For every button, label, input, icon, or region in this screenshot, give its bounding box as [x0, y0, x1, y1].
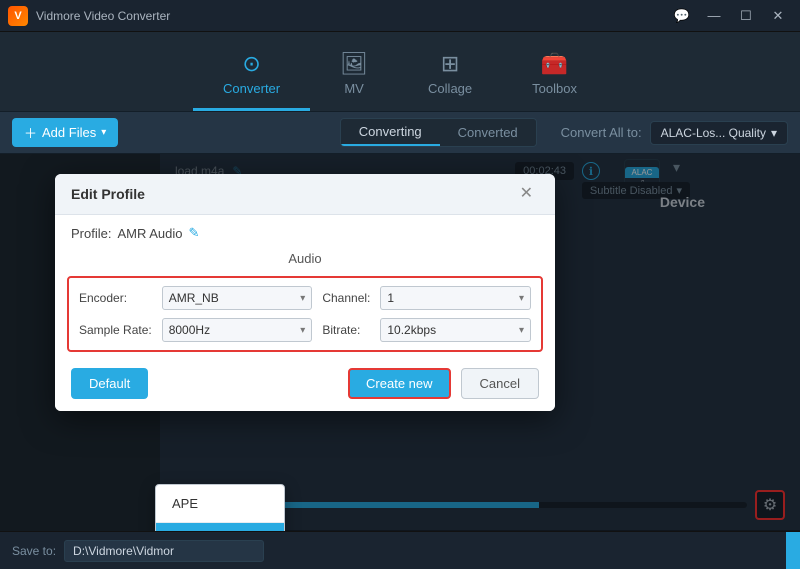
convert-all-label: Convert All to: — [561, 125, 642, 140]
cancel-button[interactable]: Cancel — [461, 368, 539, 399]
toolbox-icon: 🧰 — [541, 51, 568, 77]
convert-start-button[interactable] — [786, 532, 800, 569]
add-files-label: Add Files — [42, 125, 96, 140]
quality-select[interactable]: ALAC-Los... Quality ▾ — [650, 121, 788, 145]
dialog-header: Edit Profile ✕ — [55, 174, 555, 215]
default-button[interactable]: Default — [71, 368, 148, 399]
channel-arrow: ▾ — [519, 293, 524, 304]
profile-value: AMR Audio — [117, 226, 182, 241]
converter-label: Converter — [223, 81, 280, 96]
quality-dropdown-arrow: ▾ — [771, 126, 777, 140]
collage-icon: ⊞ — [441, 51, 459, 77]
dialog-section-label: Audio — [55, 247, 555, 272]
sample-rate-select[interactable]: 8000Hz ▾ — [162, 318, 313, 342]
maximize-button[interactable]: ☐ — [732, 6, 760, 26]
title-bar: V Vidmore Video Converter 💬 — ☐ ✕ — [0, 0, 800, 32]
profile-edit-icon[interactable]: ✎ — [189, 225, 200, 241]
encoder-label: Encoder: — [79, 291, 152, 305]
nav-bar: ⊙ Converter 🖼 MV ⊞ Collage 🧰 Toolbox — [0, 32, 800, 112]
app-title: Vidmore Video Converter — [36, 9, 170, 23]
bitrate-value: 10.2kbps — [387, 323, 436, 337]
format-dropdown-list: APE AMR MP2 ALAC 🔍 — [155, 484, 285, 531]
add-files-dropdown-arrow: ▾ — [101, 127, 106, 138]
title-bar-controls: 💬 — ☐ ✕ — [668, 6, 792, 26]
sample-rate-value: 8000Hz — [169, 323, 210, 337]
collage-label: Collage — [428, 81, 472, 96]
close-button[interactable]: ✕ — [764, 6, 792, 26]
bitrate-label: Bitrate: — [322, 323, 370, 337]
dropdown-item-amr[interactable]: AMR — [156, 523, 284, 531]
encoder-arrow: ▾ — [300, 293, 305, 304]
save-bar: Save to: D:\Vidmore\Vidmor — [0, 531, 800, 569]
toolbox-label: Toolbox — [532, 81, 577, 96]
nav-tab-toolbox[interactable]: 🧰 Toolbox — [502, 41, 607, 111]
nav-tab-mv[interactable]: 🖼 MV — [310, 41, 398, 111]
dropdown-item-ape[interactable]: APE — [156, 485, 284, 523]
create-new-button[interactable]: Create new — [348, 368, 450, 399]
channel-select[interactable]: 1 ▾ — [380, 286, 531, 310]
mv-icon: 🖼 — [340, 51, 368, 77]
add-icon: ＋ — [24, 123, 37, 142]
sample-rate-label: Sample Rate: — [79, 323, 152, 337]
add-files-button[interactable]: ＋ Add Files ▾ — [12, 118, 118, 147]
dialog-title: Edit Profile — [71, 186, 145, 202]
convert-tabs: Converting Converted — [340, 118, 537, 147]
toolbar: ＋ Add Files ▾ Converting Converted Conve… — [0, 112, 800, 154]
save-path-display: D:\Vidmore\Vidmor — [64, 540, 264, 562]
converted-tab[interactable]: Converted — [440, 119, 536, 146]
converting-tab[interactable]: Converting — [341, 119, 440, 146]
nav-tab-converter[interactable]: ⊙ Converter — [193, 41, 310, 111]
channel-label: Channel: — [322, 291, 370, 305]
dialog-footer: Default Create new Cancel — [55, 356, 555, 411]
encoder-select[interactable]: AMR_NB ▾ — [162, 286, 313, 310]
bitrate-arrow: ▾ — [519, 325, 524, 336]
main-content: load.m4a ✎ 00:02:43 ℹ ALAC ♫ ▾ Subtitle … — [0, 154, 800, 531]
app-icon: V — [8, 6, 28, 26]
quality-label: ALAC-Los... Quality — [661, 126, 766, 140]
edit-profile-dialog: Edit Profile ✕ Profile: AMR Audio ✎ Audi… — [55, 174, 555, 411]
minimize-button[interactable]: — — [700, 6, 728, 26]
channel-value: 1 — [387, 291, 394, 305]
dialog-close-button[interactable]: ✕ — [514, 184, 539, 204]
params-box: Encoder: AMR_NB ▾ Channel: 1 ▾ Sample Ra… — [67, 276, 543, 352]
dialog-profile-row: Profile: AMR Audio ✎ — [55, 215, 555, 247]
title-bar-left: V Vidmore Video Converter — [8, 6, 170, 26]
save-to-label: Save to: — [12, 544, 56, 558]
mv-label: MV — [344, 81, 364, 96]
encoder-value: AMR_NB — [169, 291, 219, 305]
profile-label: Profile: — [71, 226, 111, 241]
sample-rate-arrow: ▾ — [300, 325, 305, 336]
bitrate-select[interactable]: 10.2kbps ▾ — [380, 318, 531, 342]
nav-tab-collage[interactable]: ⊞ Collage — [398, 41, 502, 111]
converter-icon: ⊙ — [242, 51, 260, 77]
chat-button[interactable]: 💬 — [668, 6, 696, 26]
